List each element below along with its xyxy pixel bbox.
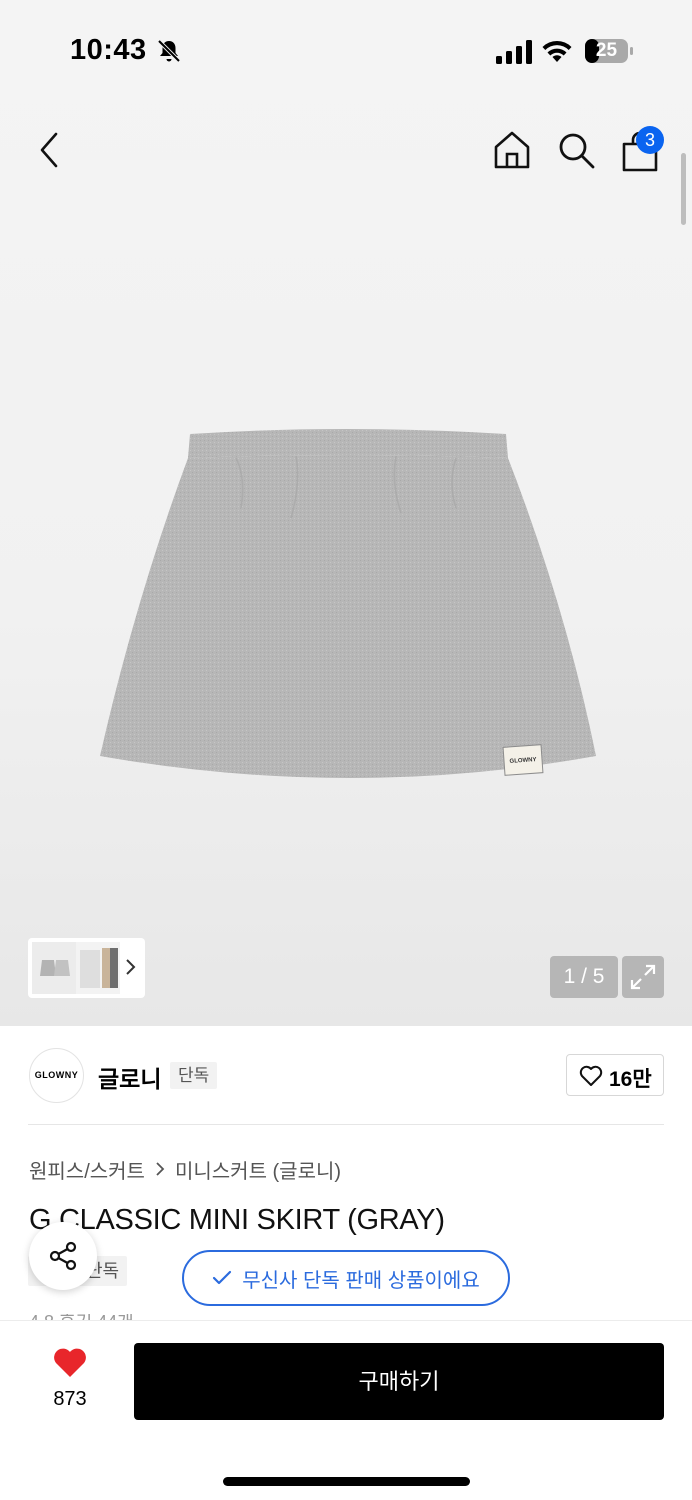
brand-name[interactable]: 글로니	[98, 1060, 161, 1094]
search-icon[interactable]	[556, 130, 596, 170]
status-bar: 10:43 25	[0, 0, 692, 100]
back-arrow-icon[interactable]	[34, 130, 64, 170]
wifi-icon	[542, 40, 572, 62]
heart-filled-icon	[54, 1348, 86, 1377]
thumbnail-image[interactable]	[76, 942, 120, 994]
brand-like-count: 16만	[609, 1068, 652, 1091]
product-photo: GLOWNY	[100, 429, 596, 778]
check-icon	[213, 1270, 232, 1285]
brand-logo[interactable]: GLOWNY	[29, 1048, 84, 1103]
exclusive-sale-notice: 무신사 단독 판매 상품이에요	[182, 1250, 510, 1306]
exclusive-sale-text: 무신사 단독 판매 상품이에요	[242, 1269, 480, 1292]
expand-button[interactable]	[622, 956, 664, 998]
scrollbar[interactable]	[681, 153, 686, 225]
cellular-signal-icon	[496, 40, 532, 64]
breadcrumb: 원피스/스커트 미니스커트 (글로니)	[29, 1155, 341, 1184]
share-icon	[49, 1241, 77, 1271]
battery-level: 25	[595, 40, 618, 61]
breadcrumb-subcategory[interactable]: 미니스커트 (글로니)	[175, 1155, 341, 1184]
heart-outline-icon	[579, 1065, 603, 1086]
product-title: G CLASSIC MINI SKIRT (GRAY)	[29, 1204, 445, 1236]
brand-exclusive-tag: 단독	[170, 1062, 218, 1089]
bell-muted-icon	[157, 39, 181, 63]
home-icon[interactable]	[492, 130, 532, 170]
status-time: 10:43	[70, 34, 147, 66]
share-button[interactable]	[29, 1222, 97, 1290]
breadcrumb-category[interactable]: 원피스/스커트	[29, 1155, 145, 1184]
home-indicator[interactable]	[223, 1477, 470, 1486]
chevron-right-icon[interactable]	[122, 956, 138, 978]
image-counter: 1 / 5	[550, 956, 618, 998]
expand-icon	[630, 964, 656, 990]
cart-count-badge: 3	[636, 126, 664, 154]
thumbnail-image[interactable]	[32, 942, 76, 994]
chevron-right-icon	[156, 1162, 165, 1176]
battery-icon: 25	[584, 38, 634, 64]
wishlist-button[interactable]: 873	[40, 1347, 100, 1417]
divider	[28, 1124, 664, 1125]
top-nav	[0, 118, 692, 182]
bottom-action-bar: 873 구매하기	[0, 1320, 692, 1500]
brand-like-button[interactable]: 16만	[566, 1054, 664, 1096]
wishlist-count: 873	[53, 1388, 87, 1410]
thumbnail-strip[interactable]	[28, 938, 145, 998]
buy-button[interactable]: 구매하기	[134, 1343, 664, 1420]
